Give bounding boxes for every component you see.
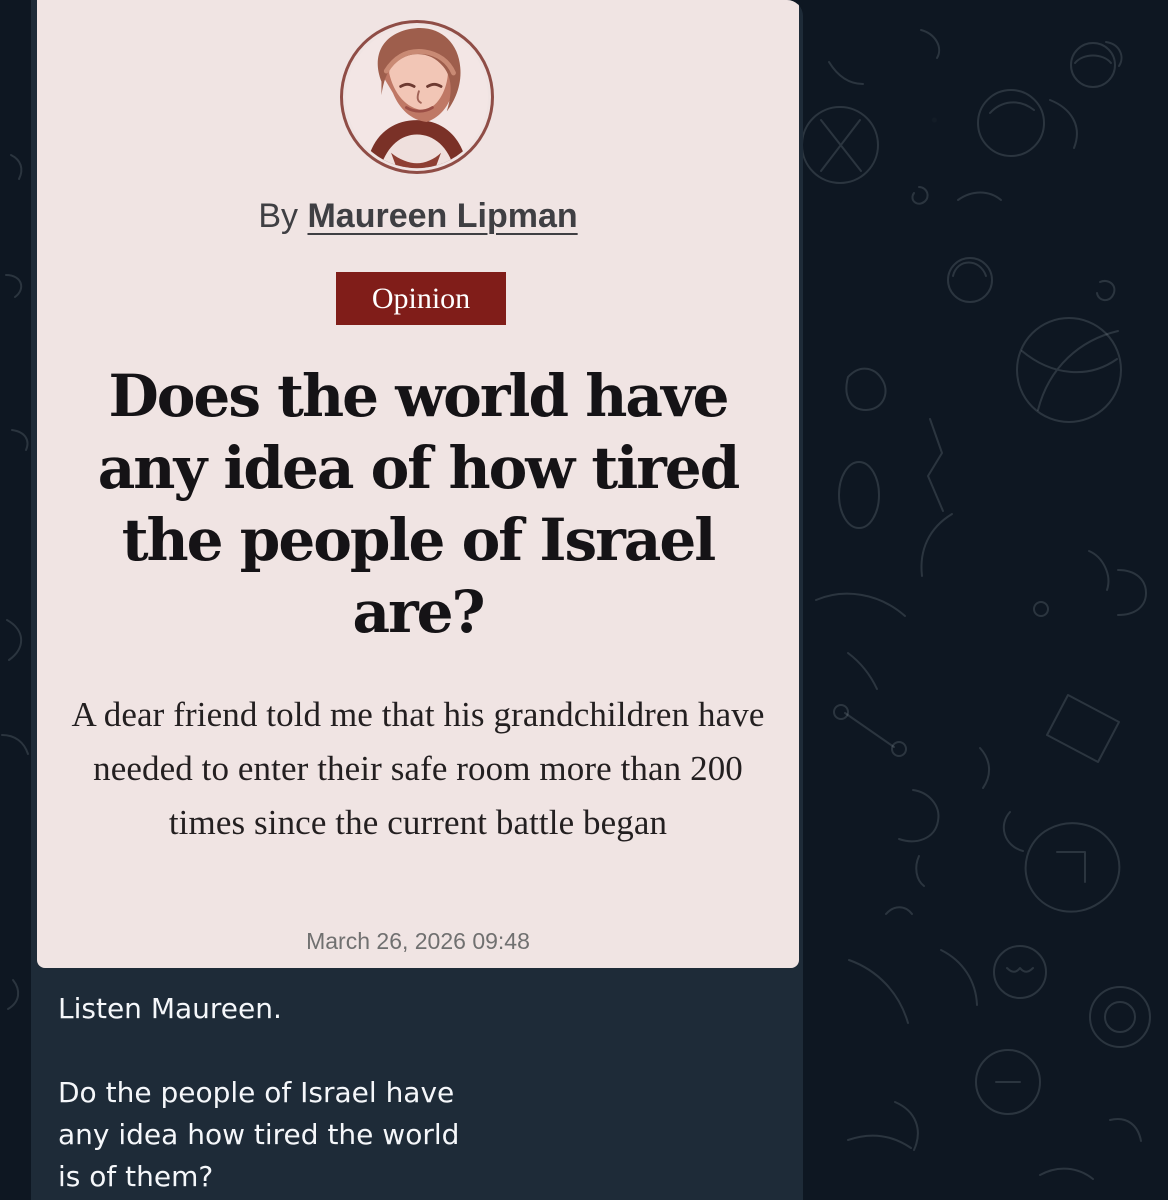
author-name-link[interactable]: Maureen Lipman [307,197,577,235]
message-text: Listen Maureen. Do the people of Israel … [58,988,578,1198]
article-subheadline: A dear friend told me that his grandchil… [71,695,765,842]
message-line-3: any idea how tired the world [58,1118,460,1151]
article-byline: By Maureen Lipman [37,199,799,233]
opinion-badge: Opinion [336,272,506,325]
article-headline: Does the world have any idea of how tire… [97,362,741,646]
message-line-1: Listen Maureen. [58,992,282,1025]
article-date: March 26, 2026 09:48 [306,928,530,954]
chat-message-bubble[interactable]: By Maureen Lipman Opinion Does the world… [31,0,803,1200]
message-line-2: Do the people of Israel have [58,1076,455,1109]
article-card[interactable]: By Maureen Lipman Opinion Does the world… [37,0,799,968]
byline-prefix: By [258,197,299,235]
author-photo [340,20,494,174]
message-line-4: is of them? [58,1160,214,1193]
